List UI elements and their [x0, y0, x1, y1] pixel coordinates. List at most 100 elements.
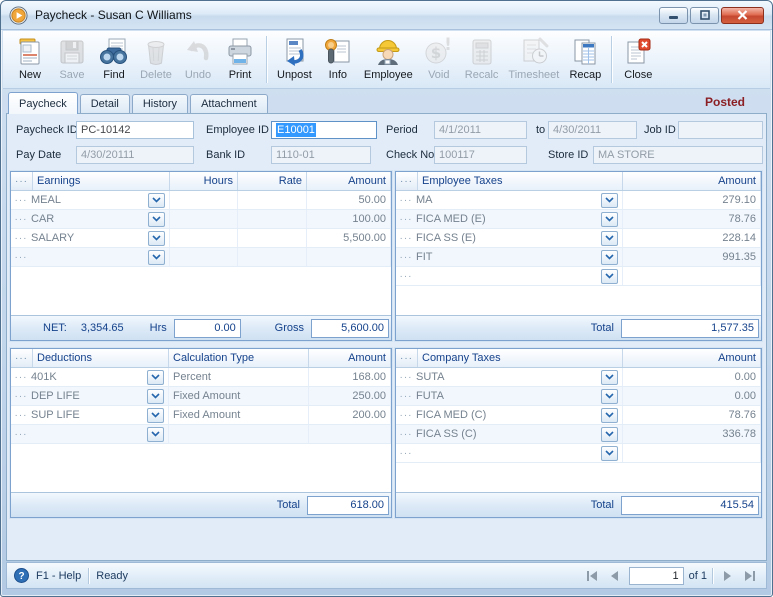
grid-options-button[interactable]: ··· — [396, 349, 418, 367]
employee-id-field[interactable]: E10001 — [271, 121, 377, 139]
paycheck-id-field[interactable]: PC-10142 — [76, 121, 194, 139]
cell-amount[interactable]: 100.00 — [307, 210, 391, 228]
row-ellipsis-button[interactable]: ··· — [11, 195, 31, 206]
row-ellipsis-button[interactable]: ··· — [11, 391, 31, 402]
cell-calctype[interactable]: Fixed Amount — [169, 387, 309, 405]
dropdown-button[interactable] — [148, 192, 165, 208]
row-name-text[interactable]: FICA MED (E) — [416, 213, 601, 225]
dropdown-button[interactable] — [148, 230, 165, 246]
column-header-amount[interactable]: Amount — [623, 172, 761, 190]
row-name-text[interactable]: FICA MED (C) — [416, 409, 601, 421]
row-name-text[interactable]: FUTA — [416, 390, 601, 402]
cell-amount[interactable] — [309, 425, 391, 443]
cell-amount[interactable]: 78.76 — [623, 210, 761, 228]
dropdown-button[interactable] — [601, 407, 618, 423]
toolbar-button-new[interactable]: New — [9, 33, 51, 86]
cell-amount[interactable]: 5,500.00 — [307, 229, 391, 247]
cell-amount[interactable] — [623, 444, 761, 462]
cell-amount[interactable] — [623, 267, 761, 285]
restore-button[interactable] — [690, 6, 719, 24]
column-header-deductions[interactable]: Deductions — [33, 349, 169, 367]
first-record-button[interactable] — [583, 567, 601, 585]
toolbar-button-print[interactable]: Print — [219, 33, 261, 86]
cell-hours[interactable] — [170, 191, 238, 209]
row-name-text[interactable]: FIT — [416, 251, 601, 263]
column-header-hours[interactable]: Hours — [170, 172, 238, 190]
dropdown-button[interactable] — [601, 230, 618, 246]
dropdown-button[interactable] — [147, 369, 164, 385]
row-name-text[interactable]: MEAL — [31, 194, 148, 206]
toolbar-button-unpost[interactable]: Unpost — [272, 33, 317, 86]
row-name-text[interactable]: DEP LIFE — [31, 390, 147, 402]
toolbar-button-info[interactable]: Info — [317, 33, 359, 86]
cell-amount[interactable]: 200.00 — [309, 406, 391, 424]
cell-hours[interactable] — [170, 248, 238, 266]
row-ellipsis-button[interactable]: ··· — [396, 214, 416, 225]
row-ellipsis-button[interactable]: ··· — [396, 233, 416, 244]
row-ellipsis-button[interactable]: ··· — [11, 429, 31, 440]
row-ellipsis-button[interactable]: ··· — [396, 410, 416, 421]
tab-attachment[interactable]: Attachment — [190, 94, 268, 113]
toolbar-button-recap[interactable]: Recap — [564, 33, 606, 86]
dropdown-button[interactable] — [147, 388, 164, 404]
cell-amount[interactable]: 168.00 — [309, 368, 391, 386]
column-header-amount[interactable]: Amount — [307, 172, 391, 190]
previous-record-button[interactable] — [606, 567, 624, 585]
tab-paycheck[interactable]: Paycheck — [8, 92, 78, 114]
cell-amount[interactable]: 991.35 — [623, 248, 761, 266]
row-ellipsis-button[interactable]: ··· — [396, 271, 416, 282]
column-header-amount[interactable]: Amount — [623, 349, 761, 367]
row-ellipsis-button[interactable]: ··· — [11, 372, 31, 383]
page-number-input[interactable] — [628, 566, 684, 585]
grid-options-button[interactable]: ··· — [396, 172, 418, 190]
row-ellipsis-button[interactable]: ··· — [11, 410, 31, 421]
column-header-company-taxes[interactable]: Company Taxes — [418, 349, 623, 367]
cell-amount[interactable] — [307, 248, 391, 266]
tab-history[interactable]: History — [131, 94, 189, 113]
dropdown-button[interactable] — [601, 249, 618, 265]
next-record-button[interactable] — [718, 567, 736, 585]
column-header-amount[interactable]: Amount — [309, 349, 391, 367]
row-ellipsis-button[interactable]: ··· — [396, 372, 416, 383]
dropdown-button[interactable] — [601, 268, 618, 284]
cell-rate[interactable] — [238, 229, 307, 247]
cell-amount[interactable]: 250.00 — [309, 387, 391, 405]
cell-amount[interactable]: 336.78 — [623, 425, 761, 443]
cell-amount[interactable]: 50.00 — [307, 191, 391, 209]
dropdown-button[interactable] — [601, 211, 618, 227]
dropdown-button[interactable] — [148, 249, 165, 265]
cell-rate[interactable] — [238, 248, 307, 266]
dropdown-button[interactable] — [147, 426, 164, 442]
cell-amount[interactable]: 78.76 — [623, 406, 761, 424]
cell-amount[interactable]: 228.14 — [623, 229, 761, 247]
row-ellipsis-button[interactable]: ··· — [11, 233, 31, 244]
row-ellipsis-button[interactable]: ··· — [396, 429, 416, 440]
grid-options-button[interactable]: ··· — [11, 349, 33, 367]
cell-amount[interactable]: 0.00 — [623, 368, 761, 386]
dropdown-button[interactable] — [601, 192, 618, 208]
row-name-text[interactable]: CAR — [31, 213, 148, 225]
dropdown-button[interactable] — [601, 388, 618, 404]
row-ellipsis-button[interactable]: ··· — [396, 448, 416, 459]
column-header-earnings[interactable]: Earnings — [33, 172, 170, 190]
cell-hours[interactable] — [170, 229, 238, 247]
cell-rate[interactable] — [238, 191, 307, 209]
cell-calctype[interactable] — [169, 425, 309, 443]
column-header-rate[interactable]: Rate — [238, 172, 307, 190]
close-window-button[interactable] — [721, 6, 764, 24]
toolbar-button-close[interactable]: Close — [617, 33, 659, 86]
row-name-text[interactable]: 401K — [31, 371, 147, 383]
row-name-text[interactable]: FICA SS (C) — [416, 428, 601, 440]
dropdown-button[interactable] — [601, 426, 618, 442]
row-name-text[interactable]: SALARY — [31, 232, 148, 244]
row-ellipsis-button[interactable]: ··· — [11, 214, 31, 225]
row-name-text[interactable]: SUP LIFE — [31, 409, 147, 421]
cell-amount[interactable]: 279.10 — [623, 191, 761, 209]
cell-rate[interactable] — [238, 210, 307, 228]
row-name-text[interactable]: SUTA — [416, 371, 601, 383]
column-header-employee-taxes[interactable]: Employee Taxes — [418, 172, 623, 190]
help-hint[interactable]: F1 - Help — [36, 570, 81, 582]
last-record-button[interactable] — [741, 567, 759, 585]
row-ellipsis-button[interactable]: ··· — [396, 391, 416, 402]
row-ellipsis-button[interactable]: ··· — [396, 195, 416, 206]
